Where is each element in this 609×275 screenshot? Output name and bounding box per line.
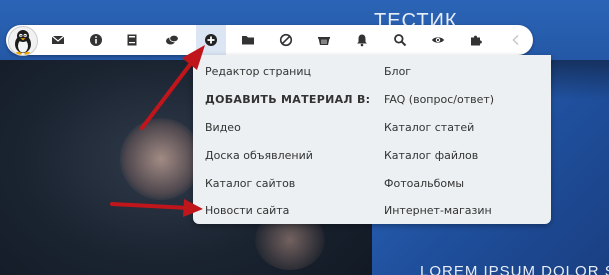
- info-circle-icon: [90, 34, 102, 46]
- notebook-icon: [127, 34, 137, 46]
- chat-button[interactable]: [160, 28, 184, 52]
- collapse-button[interactable]: [504, 28, 528, 52]
- mail-icon: [51, 35, 65, 44]
- ban-icon: [279, 33, 293, 47]
- folder-button[interactable]: [236, 28, 260, 52]
- search-icon: [394, 34, 407, 47]
- menu-item-shop[interactable]: Интернет-магазин: [384, 204, 492, 217]
- menu-item-photos[interactable]: Фотоальбомы: [384, 177, 464, 190]
- site-tagline: LOREM IPSUM DOLOR SIT: [420, 263, 609, 275]
- eye-icon: [432, 37, 444, 43]
- chat-icon: [166, 34, 179, 45]
- ban-button[interactable]: [274, 28, 298, 52]
- menu-item-video[interactable]: Видео: [205, 121, 241, 134]
- view-button[interactable]: [426, 28, 450, 52]
- menu-item-files[interactable]: Каталог файлов: [384, 149, 478, 162]
- mail-button[interactable]: [46, 28, 70, 52]
- menu-section-header: ДОБАВИТЬ МАТЕРИАЛ В:: [205, 93, 371, 106]
- basket-button[interactable]: [312, 28, 336, 52]
- chevron-left-icon: [512, 34, 519, 46]
- notebook-button[interactable]: [120, 28, 144, 52]
- add-circle-icon: [205, 34, 217, 46]
- menu-item-faq[interactable]: FAQ (вопрос/ответ): [384, 93, 494, 106]
- basket-icon: [318, 37, 330, 45]
- tux-penguin-icon: [15, 30, 31, 55]
- menu-item-blog[interactable]: Блог: [384, 65, 411, 78]
- search-button[interactable]: [388, 28, 412, 52]
- info-button[interactable]: [84, 28, 108, 52]
- bokeh-light: [120, 118, 202, 200]
- plugins-button[interactable]: [464, 28, 488, 52]
- folder-icon: [242, 36, 254, 45]
- menu-item-site-news[interactable]: Новости сайта: [205, 204, 289, 217]
- avatar[interactable]: [8, 26, 38, 56]
- bell-icon: [357, 34, 367, 47]
- menu-item-board[interactable]: Доска объявлений: [205, 149, 313, 162]
- menu-item-articles[interactable]: Каталог статей: [384, 121, 474, 134]
- puzzle-icon: [471, 35, 482, 46]
- add-material-menu: Редактор страниц ДОБАВИТЬ МАТЕРИАЛ В: Ви…: [193, 55, 551, 224]
- add-material-button[interactable]: [196, 25, 226, 55]
- menu-item-page-editor[interactable]: Редактор страниц: [205, 65, 311, 78]
- bell-button[interactable]: [350, 28, 374, 52]
- menu-item-site-catalog[interactable]: Каталог сайтов: [205, 177, 295, 190]
- admin-toolbar: [6, 25, 533, 56]
